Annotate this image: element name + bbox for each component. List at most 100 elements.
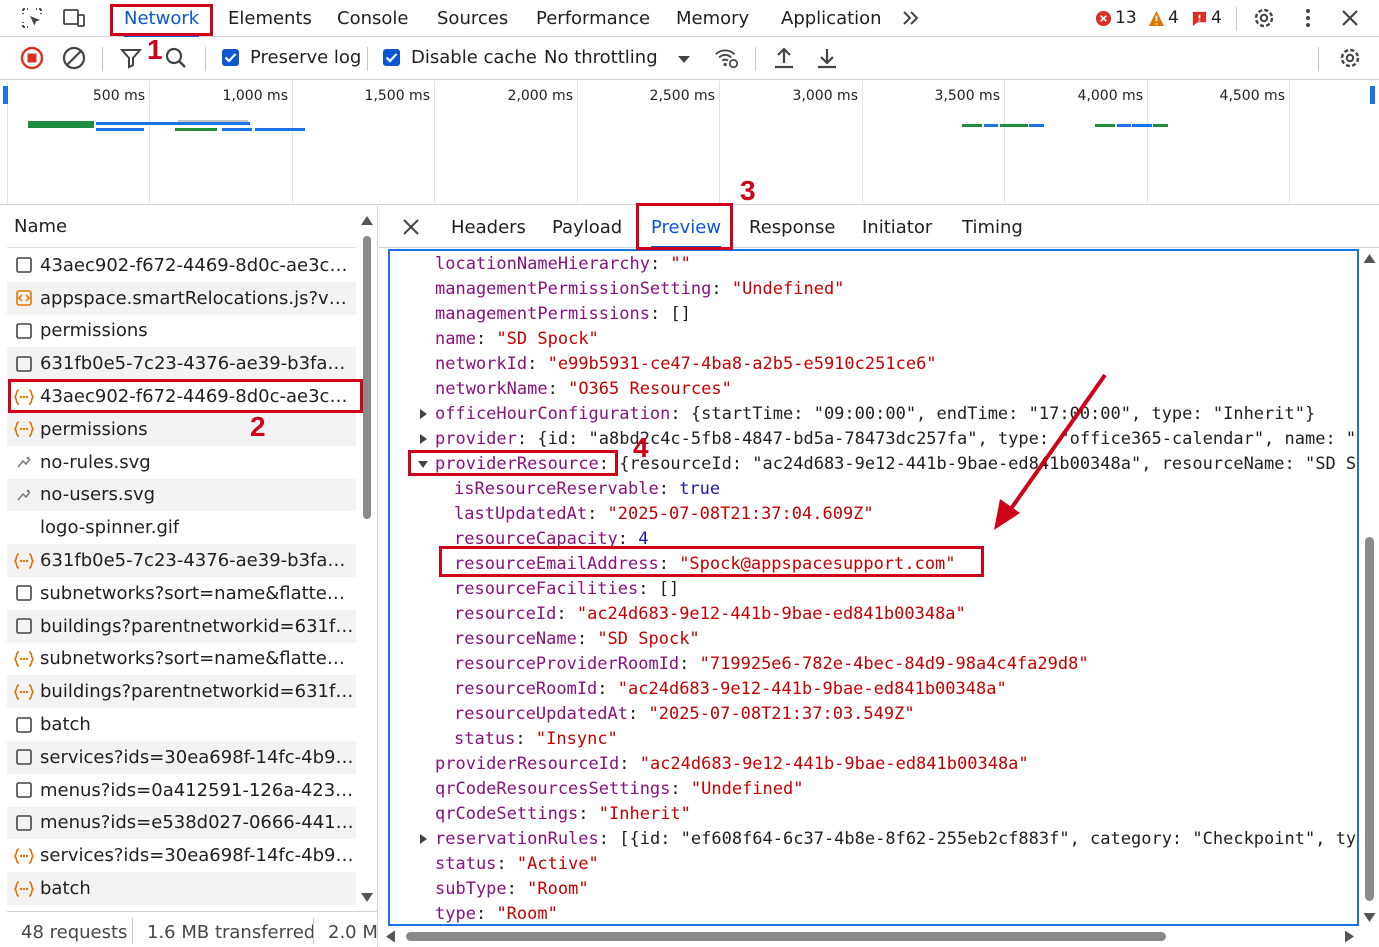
json-property[interactable]: resourceUpdatedAt: "2025-07-08T21:37:03.… [454,702,915,727]
json-property[interactable]: officeHourConfiguration: {startTime: "09… [435,402,1315,427]
json-property[interactable]: qrCodeResourcesSettings: "Undefined" [435,777,803,802]
json-property[interactable]: resourceId: "ac24d683-9e12-441b-9bae-ed8… [454,602,966,627]
chevron-down-icon[interactable] [676,51,692,67]
request-row[interactable]: permissions [7,413,356,446]
filter-icon[interactable] [118,45,144,71]
overview-handle-right[interactable] [1370,86,1375,104]
preserve-log-label[interactable]: Preserve log [250,47,361,68]
record-stop-icon[interactable] [19,45,45,71]
network-overview-timeline[interactable]: 500 ms 1,000 ms 1,500 ms 2,000 ms 2,500 ms 3,… [0,81,1379,205]
preview-horizontal-scrollbar[interactable] [379,926,1360,947]
json-property[interactable]: locationNameHierarchy: "" [435,252,691,277]
device-toolbar-icon[interactable] [60,4,88,32]
json-property[interactable]: resourceName: "SD Spock" [454,627,700,652]
request-row[interactable]: no-users.svg [7,478,356,512]
tab-console[interactable]: Console [337,0,408,37]
tab-timing[interactable]: Timing [962,206,1023,248]
warning-counter[interactable]: 4 [1148,6,1179,30]
expand-triangle-icon[interactable] [420,834,427,844]
tab-sources[interactable]: Sources [437,0,508,37]
request-row[interactable]: logo-spinner.gif [7,511,356,544]
json-icon [13,418,35,440]
disable-cache-checkbox[interactable] [383,49,400,66]
json-icon [13,550,35,572]
more-options-icon[interactable] [1294,4,1322,32]
json-property[interactable]: qrCodeSettings: "Inherit" [435,802,691,827]
tab-performance[interactable]: Performance [536,0,650,37]
request-row[interactable]: batch [7,708,356,741]
request-row[interactable]: buildings?parentnetworkid=631fb0... [7,609,356,643]
json-property[interactable]: managementPermissionSetting: "Undefined" [435,277,844,302]
annotation-box-preview-tab [636,203,733,250]
request-row[interactable]: subnetworks?sort=name&flatten=t... [7,577,356,610]
search-icon[interactable] [163,45,189,71]
json-property[interactable]: resourceFacilities: [] [454,577,679,602]
tab-headers[interactable]: Headers [451,206,526,248]
json-property[interactable]: status: "Active" [435,852,599,877]
request-row[interactable]: buildings?parentnetworkid=631fb0... [7,675,356,709]
import-har-icon[interactable] [771,45,797,71]
json-property[interactable]: provider: {id: "a8bd2c4c-5fb8-4847-bd5a-… [435,427,1356,452]
close-detail-icon[interactable] [400,216,422,238]
export-har-icon[interactable] [814,45,840,71]
request-row[interactable]: permissions [7,315,356,348]
preview-vertical-scrollbar[interactable] [1360,249,1379,926]
network-settings-icon[interactable] [1337,45,1363,71]
request-row[interactable]: services?ids=30ea698f-14fc-4b90-a... [7,839,356,872]
tab-initiator[interactable]: Initiator [862,206,932,248]
divider [1318,47,1319,71]
request-row[interactable]: batch [7,872,356,905]
request-row[interactable]: no-rules.svg [7,446,356,479]
json-property[interactable]: status: "Insync" [454,727,618,752]
json-key: type [435,904,476,924]
json-preview-tree[interactable]: locationNameHierarchy: "" managementPermi… [388,249,1359,926]
json-property[interactable]: name: "SD Spock" [435,327,599,352]
request-row[interactable]: 631fb0e5-7c23-4376-ae39-b3fa472... [7,544,356,577]
json-colon: : [556,604,577,624]
json-property[interactable]: networkId: "e99b5931-ce47-4ba8-a2b5-e591… [435,352,937,377]
expand-triangle-icon[interactable] [420,409,427,419]
request-list-scrollbar[interactable] [360,214,374,904]
settings-icon[interactable] [1250,4,1278,32]
json-property[interactable]: providerResourceId: "ac24d683-9e12-441b-… [435,752,1029,777]
json-property[interactable]: reservationRules: [{id: "ef608f64-6c37-4… [435,827,1356,852]
request-row[interactable]: menus?ids=0a412591-126a-4234-8... [7,774,356,807]
json-property[interactable]: managementPermissions: [] [435,302,691,327]
tab-elements[interactable]: Elements [228,0,312,37]
request-row[interactable]: services?ids=30ea698f-14fc-4b90-a... [7,741,356,774]
tab-application[interactable]: Application [781,0,882,37]
annotation-arrow [994,373,1107,530]
json-property[interactable]: networkName: "O365 Resources" [435,377,732,402]
name-column-header[interactable]: Name [7,206,356,248]
json-value: [] [658,579,680,599]
disable-cache-label[interactable]: Disable cache [411,47,537,68]
json-property[interactable]: resourceRoomId: "ac24d683-9e12-441b-9bae… [454,677,1007,702]
json-key: resourceName [454,629,577,649]
expand-triangle-icon[interactable] [420,434,427,444]
inspect-element-icon[interactable] [18,4,46,32]
preserve-log-checkbox[interactable] [222,49,239,66]
json-property[interactable]: isResourceReservable: true [454,477,720,502]
close-devtools-icon[interactable] [1336,4,1364,32]
issues-counter[interactable]: 4 [1191,6,1222,30]
request-row[interactable]: 43aec902-f672-4469-8d0c-ae3c23f... [7,249,356,282]
request-row[interactable]: menus?ids=e538d027-0666-4413-... [7,806,356,840]
more-tabs-icon[interactable] [897,4,925,32]
network-conditions-icon[interactable] [714,45,740,71]
request-row[interactable]: appspace.smartRelocations.js?v=20... [7,281,356,315]
throttling-select[interactable]: No throttling [544,47,658,68]
request-row[interactable]: 631fb0e5-7c23-4376-ae39-b3fa472... [7,347,356,381]
error-counter[interactable]: 13 [1095,6,1137,30]
request-name: menus?ids=e538d027-0666-4413-... [40,812,356,834]
json-property[interactable]: type: "Room" [435,902,558,924]
json-property[interactable]: lastUpdatedAt: "2025-07-08T21:37:04.609Z… [454,502,874,527]
json-colon: : [515,729,536,749]
json-property[interactable]: subType: "Room" [435,877,589,902]
json-property[interactable]: resourceProviderRoomId: "719925e6-782e-4… [454,652,1089,677]
clear-icon[interactable] [61,45,87,71]
tab-memory[interactable]: Memory [676,0,749,37]
request-row[interactable]: subnetworks?sort=name&flatten=t... [7,643,356,676]
tab-payload[interactable]: Payload [552,206,622,248]
overview-handle-left[interactable] [3,86,8,104]
tab-response[interactable]: Response [749,206,835,248]
